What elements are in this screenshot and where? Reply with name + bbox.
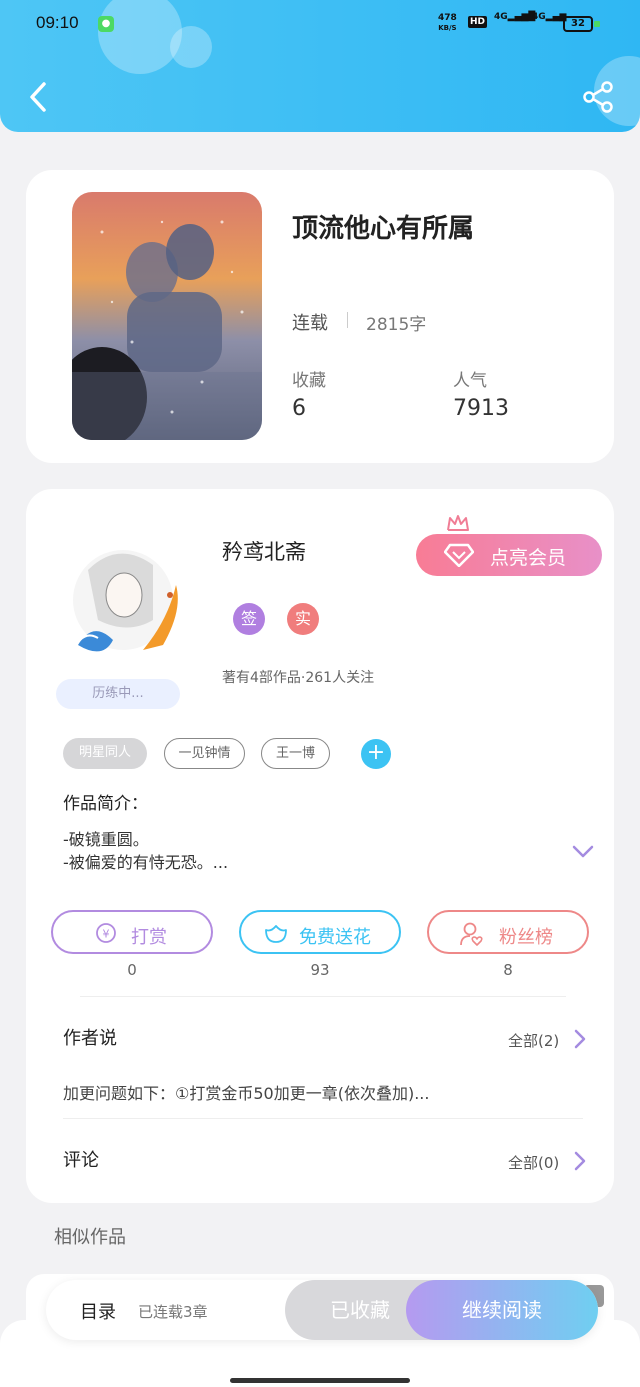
charging-indicator — [594, 21, 600, 27]
continue-reading-button[interactable]: 继续阅读 — [406, 1280, 598, 1340]
signed-author-badge: 签 — [233, 603, 265, 635]
similar-works-title: 相似作品 — [54, 1227, 126, 1248]
word-count: 2815字 — [366, 315, 427, 335]
user-heart-icon — [460, 922, 483, 946]
diamond-icon — [444, 543, 474, 567]
add-tag-button[interactable]: + — [361, 739, 391, 769]
chevron-right-icon[interactable] — [573, 1029, 587, 1049]
author-summary: 著有4部作品·261人关注 — [222, 670, 375, 686]
flower-icon — [265, 925, 287, 943]
divider — [63, 1118, 583, 1119]
fans-ranking-button[interactable]: 粉丝榜 — [427, 910, 589, 954]
flower-label: 免费送花 — [299, 927, 371, 948]
divider — [347, 312, 348, 328]
book-status: 连载 — [292, 313, 328, 334]
home-indicator — [230, 1378, 410, 1383]
catalog-button[interactable]: 目录 — [80, 1298, 116, 1324]
signal-icon: 4G▂▄▆█ — [494, 12, 536, 22]
net-speed: 478 KB/S — [438, 13, 457, 32]
book-cover-image[interactable] — [72, 192, 262, 440]
author-avatar[interactable] — [58, 540, 188, 670]
tag-item[interactable]: 明星同人 — [63, 738, 147, 769]
collect-label: 收藏 — [292, 371, 326, 391]
battery-icon: 32 — [563, 16, 593, 32]
tag-item[interactable]: 王一博 — [261, 738, 330, 769]
member-button-label: 点亮会员 — [490, 547, 567, 569]
top-header: 09:10 ● 478 KB/S HD 4G▂▄▆█ 4G▂▄▆ 32 — [0, 0, 640, 132]
comments-title: 评论 — [63, 1150, 99, 1171]
intro-line: -破镜重圆。 — [63, 830, 149, 849]
flower-button[interactable]: 免费送花 — [239, 910, 401, 954]
member-button[interactable]: 点亮会员 — [416, 534, 602, 576]
share-icon[interactable] — [582, 80, 616, 114]
flower-count: 93 — [310, 961, 330, 979]
popularity-label: 人气 — [453, 371, 487, 391]
chevron-down-icon[interactable] — [572, 844, 594, 860]
verified-badge: 实 — [287, 603, 319, 635]
svg-text:¥: ¥ — [103, 928, 110, 941]
author-level-badge: 历练中... — [56, 679, 180, 709]
tag-item[interactable]: 一见钟情 — [164, 738, 245, 769]
chevron-right-icon[interactable] — [573, 1151, 587, 1171]
comments-all-link[interactable]: 全部(0) — [508, 1152, 559, 1173]
fans-label: 粉丝榜 — [499, 927, 553, 948]
status-time: 09:10 — [36, 13, 79, 32]
author-name[interactable]: 矜鸢北斋 — [222, 536, 306, 566]
author-says-title: 作者说 — [63, 1028, 117, 1049]
chapter-count: 已连载3章 — [138, 1303, 208, 1321]
signal-icon: 4G▂▄▆ — [532, 12, 567, 22]
collect-value: 6 — [292, 396, 306, 421]
crown-icon — [447, 515, 469, 531]
popularity-value: 7913 — [453, 396, 509, 421]
divider — [80, 996, 566, 997]
intro-title: 作品简介： — [63, 794, 148, 814]
intro-line: -被偏爱的有恃无恐。... — [63, 853, 229, 872]
back-icon[interactable] — [24, 80, 58, 114]
book-title: 顶流他心有所属 — [292, 214, 475, 244]
yuan-icon: ¥ — [96, 923, 116, 943]
tip-count: 0 — [127, 961, 137, 979]
status-bar: 09:10 ● 478 KB/S HD 4G▂▄▆█ 4G▂▄▆ 32 — [0, 10, 640, 38]
author-says-all-link[interactable]: 全部(2) — [508, 1030, 559, 1051]
author-says-content[interactable]: 加更问题如下：①打赏金币50加更一章(依次叠加)... — [63, 1080, 429, 1104]
fans-count: 8 — [503, 961, 513, 979]
tip-button[interactable]: ¥ 打赏 — [51, 910, 213, 954]
wechat-notification-icon: ● — [98, 16, 114, 32]
tip-label: 打赏 — [131, 927, 167, 948]
hd-icon: HD — [468, 16, 488, 28]
